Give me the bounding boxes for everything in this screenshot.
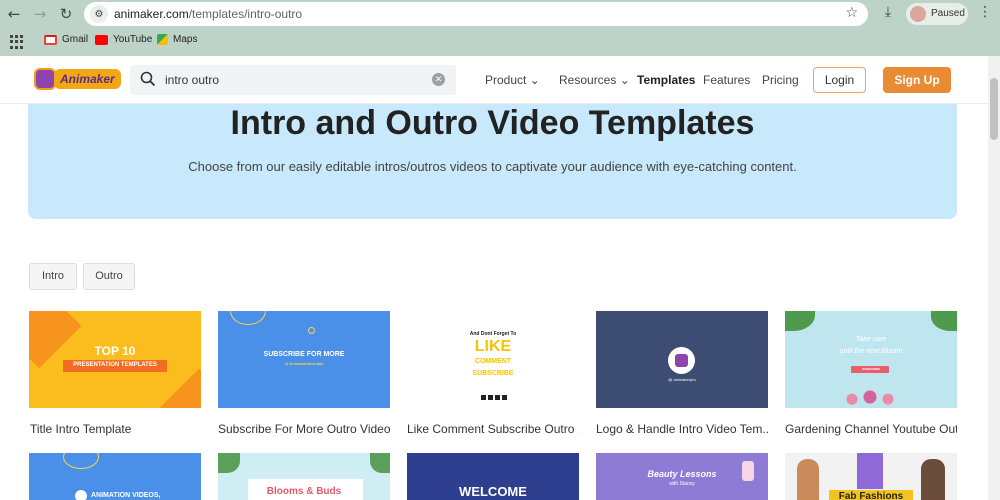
template-card-beauty-lessons[interactable]: Beauty Lessons with Stacey xyxy=(596,453,768,500)
thumb-leaf xyxy=(931,311,957,331)
thumb-logo xyxy=(668,347,695,374)
reload-icon[interactable]: ↻ xyxy=(56,4,76,24)
card-title[interactable]: Gardening Channel Youtube Out... xyxy=(785,422,957,436)
bookmark-gmail[interactable]: Gmail xyxy=(44,34,88,45)
clear-search-icon[interactable]: ✕ xyxy=(432,73,445,86)
thumb-text: Fab Fashions xyxy=(838,491,904,500)
thumb-text: Blooms & Buds xyxy=(266,486,342,497)
search-input[interactable]: intro outro xyxy=(165,73,219,87)
thumb-shape xyxy=(230,311,266,325)
thumb-text: @ Animakertutorials xyxy=(284,361,324,366)
address-bar[interactable]: ⚙ animaker.com/templates/intro-outro ☆ xyxy=(84,2,868,26)
thumb-logo xyxy=(75,490,87,500)
bookmark-youtube[interactable]: YouTube xyxy=(95,34,152,45)
nav-label: Product xyxy=(485,73,527,87)
search-icon xyxy=(140,71,156,87)
youtube-icon xyxy=(95,34,108,45)
more-menu-icon[interactable]: ⋮ xyxy=(978,4,992,20)
animaker-logo[interactable]: Animaker xyxy=(34,67,121,91)
thumb-person xyxy=(857,453,883,489)
bookmark-label: YouTube xyxy=(113,34,153,45)
thumb-text: SUBSCRIBE xyxy=(472,370,514,377)
url-text: animaker.com/templates/intro-outro xyxy=(114,7,302,21)
card-title[interactable]: Logo & Handle Intro Video Tem... xyxy=(596,422,768,436)
card-title[interactable]: Subscribe For More Outro Video ... xyxy=(218,422,390,436)
login-button[interactable]: Login xyxy=(813,67,866,93)
thumb-text: WELCOME xyxy=(459,484,527,499)
thumb-cosmetic xyxy=(742,461,754,481)
bookmark-label: Maps xyxy=(173,34,198,45)
nav-pricing[interactable]: Pricing xyxy=(762,73,799,87)
hero-banner: Intro and Outro Video Templates Choose f… xyxy=(28,104,957,219)
card-title[interactable]: Like Comment Subscribe Outro ... xyxy=(407,422,579,436)
thumb-leaf xyxy=(370,453,390,473)
thumb-shape xyxy=(63,453,99,469)
back-icon[interactable]: ← xyxy=(4,4,24,24)
thumb-text: @ animakerpro xyxy=(668,377,696,382)
filter-outro[interactable]: Outro xyxy=(83,263,135,290)
page-subtitle: Choose from our easily editable intros/o… xyxy=(188,159,797,174)
thumb-text: COMMENT xyxy=(474,358,512,365)
profile-status: Paused xyxy=(931,8,965,19)
thumb-shape xyxy=(308,327,315,334)
filter-intro[interactable]: Intro xyxy=(29,263,77,290)
card-title[interactable]: Title Intro Template xyxy=(30,422,202,436)
thumb-text: SUBSCRIBE xyxy=(862,367,880,371)
profile-button[interactable]: Paused xyxy=(906,3,968,25)
thumb-shape xyxy=(156,368,201,408)
thumb-text: LIKE xyxy=(474,338,512,355)
maps-icon xyxy=(157,34,168,45)
page-scrollbar[interactable] xyxy=(988,56,1000,500)
thumb-text: SUBSCRIBE FOR MORE xyxy=(263,351,345,358)
nav-templates[interactable]: Templates xyxy=(637,73,695,87)
browser-toolbar: ← → ↻ ⚙ animaker.com/templates/intro-out… xyxy=(0,0,1000,28)
template-card-like-comment-subscribe[interactable]: And Dont Forget To LIKE COMMENT SUBSCRIB… xyxy=(407,311,579,408)
chevron-down-icon: ⌄ xyxy=(619,73,630,87)
bookmark-label: Gmail xyxy=(62,34,89,45)
logo-icon xyxy=(34,68,56,90)
thumb-leaf xyxy=(218,453,240,473)
thumb-text: And Dont Forget To xyxy=(469,331,517,337)
thumb-text: PRESENTATION TEMPLATES xyxy=(73,362,157,368)
thumb-leaf xyxy=(785,311,815,331)
template-card-welcome[interactable]: WELCOME xyxy=(407,453,579,500)
site-header: Animaker intro outro ✕ Product ⌄ Resourc… xyxy=(0,56,988,104)
template-card-animation-videos[interactable]: ANIMATION VIDEOS, xyxy=(29,453,201,500)
template-card-blooms-buds[interactable]: Blooms & Buds xyxy=(218,453,390,500)
bookmark-maps[interactable]: Maps xyxy=(157,34,197,45)
template-card-gardening-outro[interactable]: Take care until the next bloom! SUBSCRIB… xyxy=(785,311,957,408)
nav-resources[interactable]: Resources ⌄ xyxy=(559,73,630,87)
bookmark-star-icon[interactable]: ☆ xyxy=(845,5,858,21)
template-card-title-intro[interactable]: TOP 10 PRESENTATION TEMPLATES xyxy=(29,311,201,408)
chevron-down-icon: ⌄ xyxy=(529,73,540,87)
search-box[interactable]: intro outro ✕ xyxy=(130,65,456,95)
forward-icon[interactable]: → xyxy=(30,4,50,24)
url-host: animaker.com xyxy=(114,7,189,21)
logo-text: Animaker xyxy=(54,69,121,89)
thumb-flowers xyxy=(840,386,900,408)
url-path: /templates/intro-outro xyxy=(188,7,303,21)
thumb-text: ANIMATION VIDEOS, xyxy=(91,492,161,499)
bookmarks-bar: Gmail YouTube Maps xyxy=(0,28,1000,56)
thumb-text: TOP 10 xyxy=(94,344,136,358)
signup-button[interactable]: Sign Up xyxy=(883,67,951,93)
gmail-icon xyxy=(44,34,57,45)
nav-label: Resources xyxy=(559,73,617,87)
thumb-icon-row xyxy=(481,395,507,400)
template-card-logo-handle[interactable]: @ animakerpro xyxy=(596,311,768,408)
site-info-icon[interactable]: ⚙ xyxy=(90,5,108,23)
scroll-thumb[interactable] xyxy=(990,78,998,140)
apps-grid-icon[interactable] xyxy=(10,35,24,49)
download-icon[interactable]: ⤓ xyxy=(878,4,898,24)
avatar xyxy=(910,6,926,22)
nav-features[interactable]: Features xyxy=(703,73,750,87)
template-card-fab-fashions[interactable]: Fab Fashions xyxy=(785,453,957,500)
page-title: Intro and Outro Video Templates xyxy=(230,104,755,142)
nav-product[interactable]: Product ⌄ xyxy=(485,73,540,87)
template-card-subscribe-outro[interactable]: SUBSCRIBE FOR MORE @ Animakertutorials xyxy=(218,311,390,408)
thumb-text: until the next bloom! xyxy=(839,348,903,355)
thumb-text: Take care xyxy=(855,336,887,343)
thumb-text: with Stacey xyxy=(669,481,695,487)
